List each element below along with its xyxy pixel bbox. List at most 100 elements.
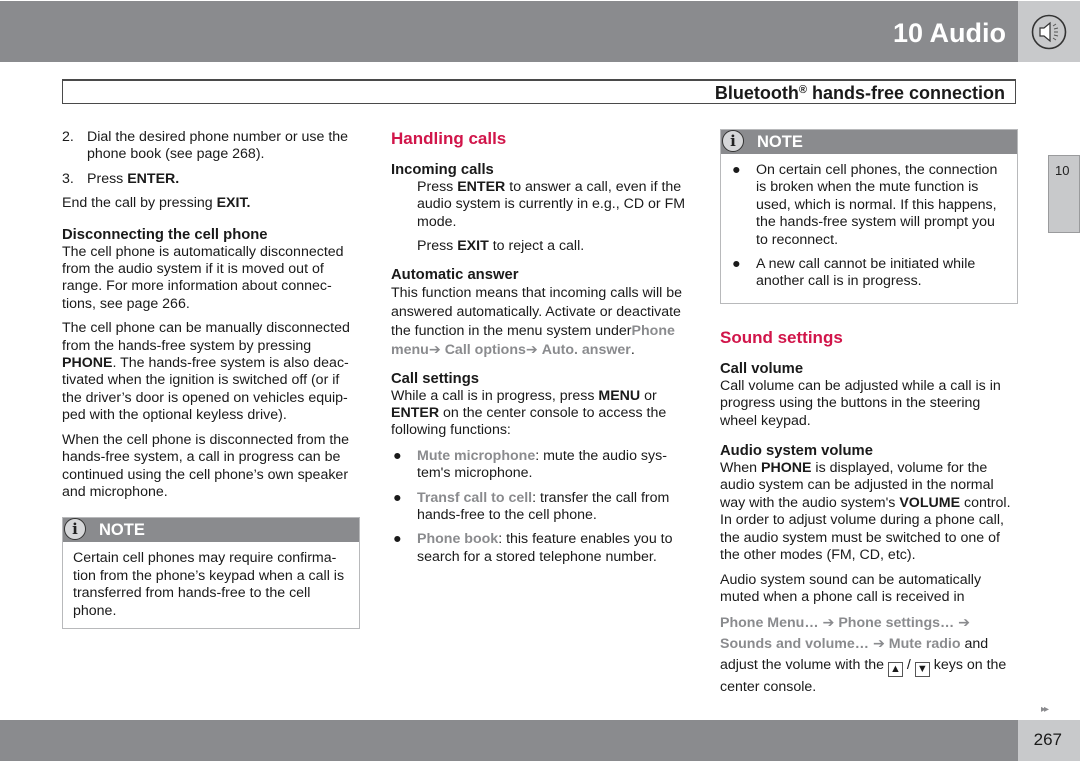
step-number: 3. (62, 170, 74, 187)
arrow-icon: ➔ (525, 341, 538, 358)
sound-settings-heading: Sound settings (720, 327, 843, 347)
note-label: NOTE (757, 133, 803, 151)
note-header: i NOTE (63, 518, 359, 543)
volume-key-label: VOLUME (899, 494, 961, 511)
menu-path-sounds-volume: Sounds and volume… (720, 636, 869, 653)
disconnect-paragraph-3: When the cell phone is disconnected from… (62, 431, 350, 500)
info-icon: i (722, 130, 744, 152)
handling-calls-heading: Handling calls (391, 129, 507, 148)
step-3: 3. Press ENTER. (62, 171, 362, 188)
text: While a call is in progress, press (391, 387, 599, 404)
registered-mark: ® (798, 84, 807, 96)
page-number: 267 (1033, 730, 1062, 749)
arrow-icon: ➔ (958, 615, 971, 632)
enter-key-label: ENTER. (127, 170, 180, 187)
menu-option: Phone book (417, 531, 499, 548)
up-arrow-key-icon: ▲ (887, 662, 903, 678)
disconnect-p2-pre: The cell phone can be manually disconnec… (62, 320, 350, 354)
step-text: Dial the desired phone number or use the… (87, 129, 349, 163)
menu-path-mute-radio: Mute radio (888, 636, 961, 653)
chapter-thumb-tab: 10 (1048, 155, 1080, 233)
enter-key-label: ENTER (391, 405, 440, 422)
text: to reject a call. (488, 238, 585, 255)
note-body: ● On certain cell phones, the connection … (721, 154, 1017, 303)
note-bullet: ● A new call cannot be initiated while an… (730, 256, 1007, 291)
call-settings-paragraph: While a call is in progress, press MENU … (391, 388, 691, 440)
disconnect-heading: Disconnecting the cell phone (62, 226, 268, 243)
text: Press (417, 179, 458, 195)
note-label: NOTE (99, 521, 145, 540)
incoming-paragraph-1: Press ENTER to answer a call, even if th… (391, 179, 691, 231)
list-item: ● Phone book: this feature enables you to… (391, 531, 691, 566)
text: or (640, 387, 657, 404)
incoming-calls-heading: Incoming calls (391, 162, 494, 178)
menu-path-call-options: Call options (444, 341, 526, 358)
info-icon: i (64, 518, 86, 541)
incoming-paragraph-2: Press EXIT to reject a call. (391, 238, 691, 255)
down-arrow-key-icon: ▼ (914, 662, 930, 678)
end-call-pre: End the call by pressing (62, 195, 217, 212)
text: On certain cell phones, the connection i… (756, 162, 998, 248)
disconnect-paragraph-1: The cell phone is automatically disconne… (62, 243, 344, 312)
chapter-title: 10 Audio (892, 18, 1006, 48)
column-1: 2. Dial the desired phone number or use … (62, 129, 362, 629)
exit-key-label: EXIT (457, 238, 489, 255)
menu-option: Transf call to cell (417, 489, 533, 506)
bullet-icon: ● (393, 531, 402, 548)
automatic-answer-paragraph: This function means that incoming calls … (391, 284, 682, 358)
end-call-text: End the call by pressing EXIT. (62, 195, 362, 212)
call-volume-paragraph: Call volume can be adjusted while a call… (720, 377, 1001, 429)
menu-option: Mute microphone (417, 447, 536, 464)
note-header: i NOTE (721, 130, 1017, 154)
page-number-box: 267 (1018, 720, 1080, 761)
text: When (720, 460, 762, 477)
note-box: i NOTE ● On certain cell phones, the conn… (720, 129, 1018, 304)
note-body: Certain cell phones may require confirma… (73, 550, 345, 619)
section-title-rest: hands-free connection (806, 83, 1005, 103)
text: adjust the volume with the (720, 657, 888, 674)
audio-volume-heading: Audio system volume (720, 443, 873, 460)
note-bullet: ● On certain cell phones, the connection … (730, 162, 1007, 249)
step-number: 2. (62, 129, 74, 145)
enter-key-label: ENTER (457, 179, 506, 195)
mute-menu-path: Phone Menu… ➔ Phone settings… ➔ Sounds a… (720, 613, 1020, 698)
chapter-icon-box (1018, 1, 1080, 62)
step-text: Press (87, 170, 128, 187)
list-item: ● Transf call to cell: transfer the call … (391, 490, 691, 525)
menu-key-label: MENU (598, 387, 641, 404)
text: Press (417, 238, 458, 255)
automatic-answer-heading: Automatic answer (391, 266, 519, 283)
arrow-icon: ➔ (822, 615, 835, 632)
audio-volume-paragraph: When PHONE is displayed, volume for the … (720, 460, 1020, 564)
menu-path-phone-settings: Phone settings… (838, 615, 955, 632)
column-2: Handling calls Incoming calls Press ENTE… (391, 129, 691, 573)
menu-path-phone-menu: Phone Menu… (720, 615, 819, 632)
column-3: i NOTE ● On certain cell phones, the conn… (720, 129, 1020, 705)
call-volume-heading: Call volume (720, 360, 804, 377)
footer-bar (0, 720, 1018, 761)
chapter-tab-label: 10 (1055, 163, 1070, 178)
section-title-box: Bluetooth® hands-free connection (62, 79, 1016, 104)
arrow-icon: ➔ (428, 341, 441, 358)
list-item: ● Mute microphone: mute the audio sys-tem… (391, 448, 691, 483)
bullet-icon: ● (732, 162, 741, 178)
bullet-icon: ● (732, 256, 741, 273)
bullet-icon: ● (393, 489, 402, 506)
exit-key-label: EXIT. (216, 195, 251, 212)
step-2: 2. Dial the desired phone number or use … (62, 129, 362, 164)
section-title-main: Bluetooth (714, 83, 799, 103)
continue-icon: ▸▸ (1041, 704, 1049, 715)
arrow-icon: ➔ (872, 636, 885, 653)
mute-paragraph: Audio system sound can be automatically … (720, 571, 982, 605)
text: and (960, 636, 989, 653)
speaker-icon (1031, 14, 1067, 50)
section-title: Bluetooth® hands-free connection (715, 83, 1005, 103)
phone-key-label: PHONE (62, 355, 113, 372)
text: A new call cannot be initiated while ano… (756, 256, 976, 290)
call-settings-heading: Call settings (391, 370, 479, 387)
phone-key-label: PHONE (761, 460, 812, 477)
bullet-icon: ● (393, 447, 402, 464)
menu-path-auto-answer: Auto. answer (541, 341, 631, 358)
text: / (902, 657, 915, 674)
chapter-header-bar: 10 Audio (0, 1, 1018, 62)
